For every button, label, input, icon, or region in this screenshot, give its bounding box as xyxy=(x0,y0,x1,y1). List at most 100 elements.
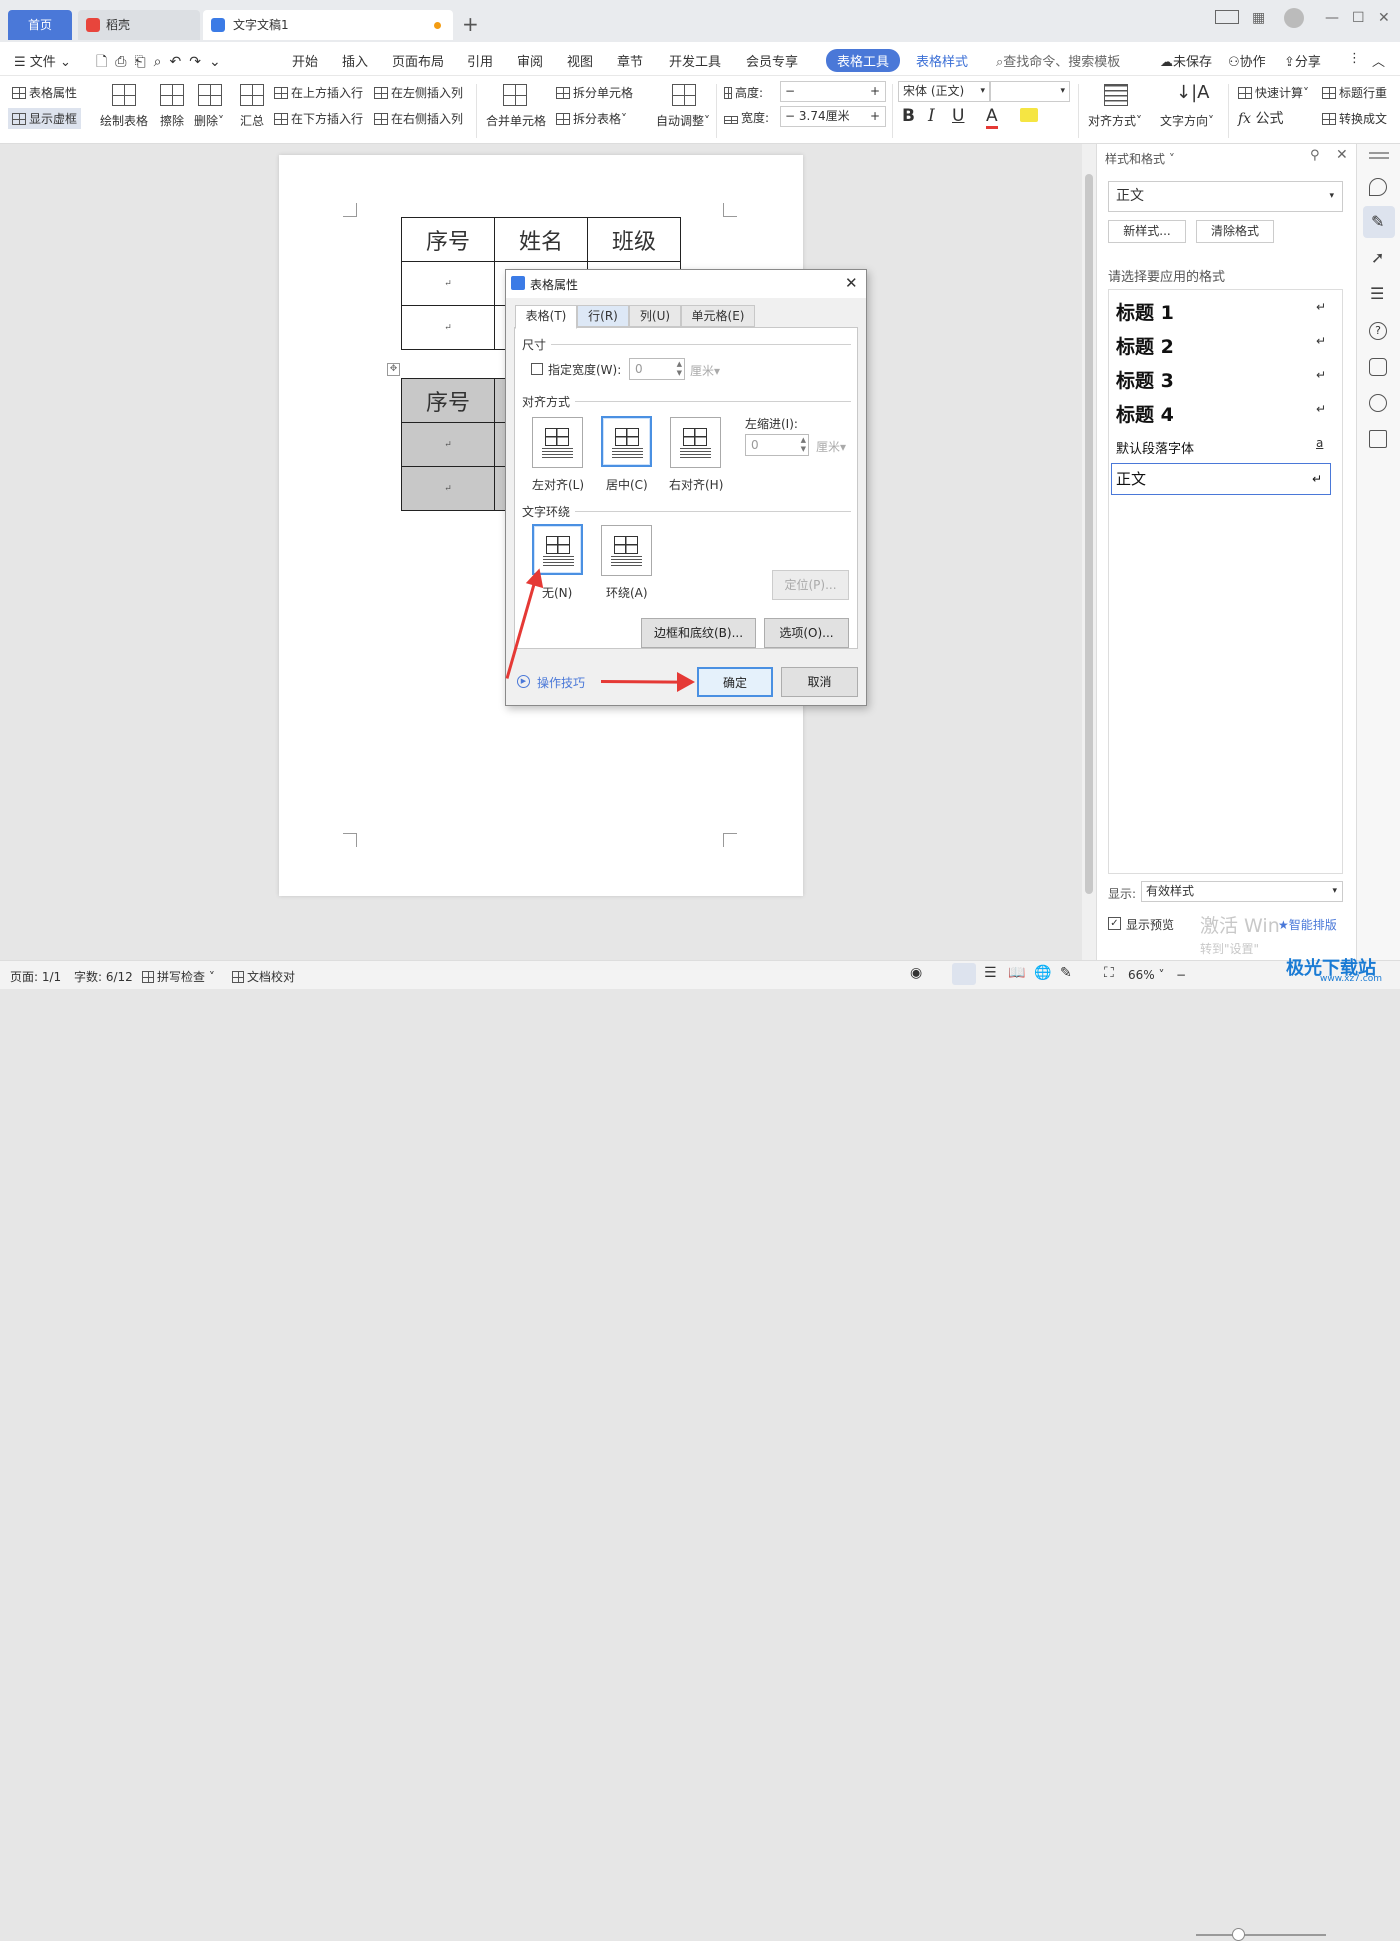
tab-table[interactable]: 表格(T) xyxy=(515,305,577,329)
font-color-button[interactable]: A xyxy=(986,106,998,129)
cancel-button[interactable]: 取消 xyxy=(781,667,858,697)
table-cell[interactable]: ↵ xyxy=(401,261,495,306)
style-brush-button[interactable]: ✎ xyxy=(1363,206,1395,238)
tab-daoke[interactable]: 稻壳 xyxy=(78,10,200,40)
insert-left-button[interactable]: 在左侧插入列 xyxy=(374,84,463,101)
sliders-icon[interactable]: ☰ xyxy=(1370,284,1384,303)
minimize-icon[interactable]: — xyxy=(1325,10,1339,26)
book-icon[interactable] xyxy=(1369,430,1387,448)
tab-row[interactable]: 行(R) xyxy=(577,305,629,327)
formula-button[interactable]: fx 公式 xyxy=(1238,108,1284,128)
menu-review[interactable]: 审阅 xyxy=(517,51,543,70)
header-row-button[interactable]: 标题行重 xyxy=(1322,84,1387,101)
insert-below-button[interactable]: 在下方插入行 xyxy=(274,110,363,127)
menu-devtools[interactable]: 开发工具 xyxy=(669,51,721,70)
height-plus-icon[interactable]: + xyxy=(870,82,880,101)
pointer-icon[interactable]: ➚ xyxy=(1371,248,1384,267)
spinner-arrows-icon[interactable]: ▲ ▼ xyxy=(801,436,806,454)
spell-check-button[interactable]: 拼写检查 ˅ xyxy=(142,968,215,985)
auto-adjust-button[interactable]: 自动调整˅ xyxy=(656,112,710,129)
search-command[interactable]: ⌕查找命令、搜索模板 xyxy=(996,51,1120,70)
robot-icon[interactable] xyxy=(1369,358,1387,376)
table-cell[interactable]: ↵ xyxy=(401,305,495,350)
width-spinner[interactable]: 0 ▲ ▼ xyxy=(629,358,685,380)
maximize-icon[interactable]: ☐ xyxy=(1352,10,1365,26)
ok-button[interactable]: 确定 xyxy=(697,667,773,697)
indent-unit-select[interactable]: 厘米▾ xyxy=(816,438,846,455)
font-size-select[interactable]: ▾ xyxy=(990,81,1070,102)
menu-table-tools[interactable]: 表格工具 xyxy=(826,49,901,72)
split-table-button[interactable]: 拆分表格˅ xyxy=(556,110,627,127)
collab-button[interactable]: ⚇协作 xyxy=(1228,51,1266,70)
proof-button[interactable]: 文档校对 xyxy=(232,968,295,985)
menu-insert[interactable]: 插入 xyxy=(342,51,368,70)
menu-chapter[interactable]: 章节 xyxy=(617,51,643,70)
show-grid-button[interactable]: 显示虚框 xyxy=(8,108,82,129)
menu-reference[interactable]: 引用 xyxy=(467,51,493,70)
width-plus-icon[interactable]: + xyxy=(870,107,880,126)
smart-layout-button[interactable]: ★智能排版 xyxy=(1278,916,1337,933)
summary-button[interactable]: 汇总 xyxy=(240,112,264,129)
panel-title[interactable]: 样式和格式 ˅ xyxy=(1105,150,1175,167)
bold-button[interactable]: B xyxy=(902,106,915,126)
style-heading-2[interactable]: 标题 2 xyxy=(1116,332,1174,359)
height-input[interactable]: − + xyxy=(780,81,886,102)
tips-link[interactable]: 操作技巧 xyxy=(537,674,585,691)
font-select[interactable]: 宋体 (正文) ▾ xyxy=(898,81,990,102)
position-button[interactable]: 定位(P)... xyxy=(772,570,849,600)
close-window-icon[interactable]: ✕ xyxy=(1378,10,1390,26)
align-center-option[interactable] xyxy=(601,416,652,467)
style-heading-3[interactable]: 标题 3 xyxy=(1116,366,1174,393)
style-body-selected[interactable]: 正文 ↵ xyxy=(1111,463,1331,495)
style-default-font[interactable]: 默认段落字体 xyxy=(1116,438,1194,457)
dialog-close-icon[interactable]: ✕ xyxy=(845,274,858,292)
preview-checkbox[interactable]: ✓ xyxy=(1108,917,1121,930)
width-input[interactable]: − 3.74厘米 + xyxy=(780,106,886,127)
table-cell[interactable]: 序号 xyxy=(401,217,495,262)
close-panel-icon[interactable]: ✕ xyxy=(1336,147,1348,163)
convert-button[interactable]: 转换成文 xyxy=(1322,110,1387,127)
new-style-button[interactable]: 新样式... xyxy=(1108,220,1186,243)
menu-layout[interactable]: 页面布局 xyxy=(392,51,444,70)
file-menu[interactable]: ☰ 文件 ⌄ xyxy=(14,51,71,70)
show-filter-select[interactable]: 有效样式 ▾ xyxy=(1141,881,1343,902)
underline-button[interactable]: U xyxy=(952,106,964,126)
table-cell[interactable]: 姓名 xyxy=(494,217,588,262)
align-button[interactable]: 对齐方式˅ xyxy=(1088,112,1142,129)
quick-calc-button[interactable]: 快速计算˅ xyxy=(1238,84,1309,101)
quick-access-toolbar[interactable]: 🗋⎙⎗⌕↶↷⌄ xyxy=(96,51,229,75)
outline-view-icon[interactable]: ☰ xyxy=(984,965,997,981)
tab-document[interactable]: 文字文稿1 xyxy=(203,10,453,40)
fit-page-icon[interactable]: ⛶ xyxy=(1104,965,1114,981)
indent-spinner[interactable]: 0 ▲ ▼ xyxy=(745,434,809,456)
menu-icon[interactable] xyxy=(1369,152,1389,154)
current-style-select[interactable]: 正文 ▾ xyxy=(1108,181,1343,212)
merge-cells-button[interactable]: 合并单元格 xyxy=(486,112,546,129)
menu-view[interactable]: 视图 xyxy=(567,51,593,70)
zoom-out-button[interactable]: − xyxy=(1176,968,1186,982)
page-view-button[interactable] xyxy=(952,963,976,985)
zoom-slider[interactable] xyxy=(1196,1934,1326,1936)
menu-member[interactable]: 会员专享 xyxy=(746,51,798,70)
specify-width-checkbox[interactable] xyxy=(531,363,543,375)
rocket-icon[interactable] xyxy=(1369,178,1387,196)
share-button[interactable]: ⇪分享 xyxy=(1284,51,1321,70)
delete-button[interactable]: 删除˅ xyxy=(194,112,224,129)
play-tips-icon[interactable]: ▶ xyxy=(517,675,530,688)
menu-start[interactable]: 开始 xyxy=(292,51,318,70)
avatar[interactable] xyxy=(1284,8,1304,28)
tab-column[interactable]: 列(U) xyxy=(629,305,681,327)
clear-format-button[interactable]: 清除格式 xyxy=(1196,220,1274,243)
options-button[interactable]: 选项(O)... xyxy=(764,618,849,648)
layout-icon[interactable] xyxy=(1215,10,1239,24)
pin-icon[interactable]: ⚲ xyxy=(1310,148,1320,163)
tab-cell[interactable]: 单元格(E) xyxy=(681,305,755,327)
table-cell[interactable]: ↵ xyxy=(401,466,495,511)
insert-above-button[interactable]: 在上方插入行 xyxy=(274,84,363,101)
grid-icon[interactable]: ▦ xyxy=(1252,10,1265,26)
more-icon[interactable]: ⋮ xyxy=(1348,51,1361,66)
style-heading-1[interactable]: 标题 1 xyxy=(1116,298,1174,325)
help-icon[interactable]: ? xyxy=(1369,322,1387,340)
table-move-handle-icon[interactable]: ✥ xyxy=(387,363,400,376)
zoom-slider-thumb[interactable] xyxy=(1232,1928,1245,1941)
